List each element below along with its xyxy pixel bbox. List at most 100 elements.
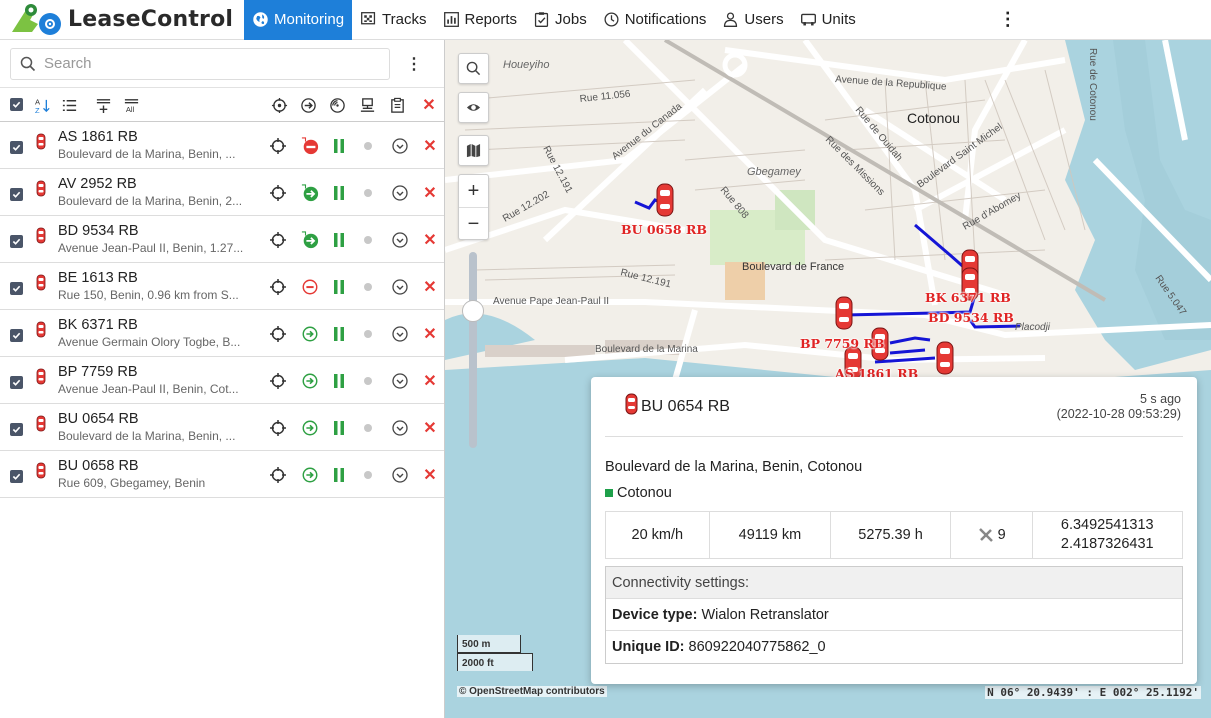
add-group-icon[interactable] [94,96,112,114]
vehicle-marker[interactable] [935,340,955,376]
network-icon[interactable] [358,96,376,114]
unit-name[interactable]: BK 6371 RB [58,317,138,333]
nav-monitoring[interactable]: Monitoring [244,0,353,40]
remove-unit-button[interactable]: ✕ [420,371,440,391]
map-visibility-button[interactable] [458,92,489,123]
unit-name[interactable]: AV 2952 RB [58,176,137,192]
nav-units[interactable]: Units [792,0,864,40]
list-view-icon[interactable] [60,96,78,114]
unit-name[interactable]: BU 0658 RB [58,458,139,474]
pause-icon[interactable] [329,418,349,438]
vehicle-marker[interactable] [655,182,675,218]
moving-status-icon [300,418,320,438]
select-all-checkbox[interactable] [10,98,23,111]
delete-all-button[interactable]: ✕ [420,96,438,114]
direction-icon[interactable] [299,96,317,114]
show-all-icon[interactable]: All [122,96,140,114]
pause-icon[interactable] [329,230,349,250]
unit-row[interactable]: BK 6371 RB Avenue Germain Olory Togbe, B.… [0,310,444,357]
unit-row[interactable]: BD 9534 RB Avenue Jean-Paul II, Benin, 1.… [0,216,444,263]
top-bar: LeaseControl Monitoring Tracks Reports J… [0,0,1211,40]
unit-checkbox[interactable] [10,235,23,248]
map-attribution[interactable]: © OpenStreetMap contributors [457,686,607,697]
signal-icon[interactable] [328,96,346,114]
remove-unit-button[interactable]: ✕ [420,418,440,438]
user-icon [724,12,738,27]
nav-jobs[interactable]: Jobs [525,0,595,40]
map-search-button[interactable] [458,53,489,84]
unit-list-panel: ⋮ AZ All ✕ AS 1861 RB Boulevard de la Mar… [0,40,445,718]
unit-name[interactable]: BD 9534 RB [58,223,139,239]
chevron-down-icon[interactable] [390,371,410,391]
unit-row[interactable]: BU 0658 RB Rue 609, Gbegamey, Benin ✕ [0,451,444,498]
nav-reports[interactable]: Reports [435,0,526,40]
chevron-down-icon[interactable] [390,418,410,438]
locate-unit-icon[interactable] [268,183,288,203]
connection-dot-icon [358,277,378,297]
unit-name[interactable]: BU 0654 RB [58,411,139,427]
locate-unit-icon[interactable] [268,324,288,344]
remove-unit-button[interactable]: ✕ [420,136,440,156]
remove-unit-button[interactable]: ✕ [420,324,440,344]
unit-checkbox[interactable] [10,329,23,342]
chevron-down-icon[interactable] [390,183,410,203]
locate-unit-icon[interactable] [268,418,288,438]
unit-row[interactable]: BE 1613 RB Rue 150, Benin, 0.96 km from S… [0,263,444,310]
pause-icon[interactable] [329,136,349,156]
moving-status-icon [300,183,320,203]
unit-row[interactable]: BU 0654 RB Boulevard de la Marina, Benin,… [0,404,444,451]
unit-name[interactable]: AS 1861 RB [58,129,138,145]
pause-icon[interactable] [329,371,349,391]
unit-checkbox[interactable] [10,423,23,436]
remove-unit-button[interactable]: ✕ [420,465,440,485]
remove-unit-button[interactable]: ✕ [420,183,440,203]
map-layers-button[interactable] [458,135,489,166]
zoom-slider-handle[interactable] [462,300,484,322]
car-icon [36,462,46,479]
pause-icon[interactable] [329,324,349,344]
vehicle-marker[interactable] [834,295,854,331]
zoom-in-button[interactable]: + [459,175,488,208]
commands-icon[interactable] [388,96,406,114]
chevron-down-icon[interactable] [390,136,410,156]
chevron-down-icon[interactable] [390,465,410,485]
unit-name[interactable]: BP 7759 RB [58,364,138,380]
unit-checkbox[interactable] [10,141,23,154]
nav-tracks[interactable]: Tracks [352,0,434,40]
car-icon [36,133,46,150]
locate-unit-icon[interactable] [268,371,288,391]
locate-unit-icon[interactable] [268,230,288,250]
remove-unit-button[interactable]: ✕ [420,277,440,297]
nav-notifications[interactable]: Notifications [595,0,715,40]
pause-icon[interactable] [329,183,349,203]
search-input[interactable] [44,55,374,72]
app-logo[interactable]: LeaseControl [0,0,244,40]
chevron-down-icon[interactable] [390,277,410,297]
locate-unit-icon[interactable] [268,136,288,156]
search-menu-button[interactable]: ⋮ [406,54,422,74]
unit-row[interactable]: BP 7759 RB Avenue Jean-Paul II, Benin, Co… [0,357,444,404]
unit-checkbox[interactable] [10,282,23,295]
chevron-down-icon[interactable] [390,230,410,250]
pause-icon[interactable] [329,277,349,297]
unit-row[interactable]: AS 1861 RB Boulevard de la Marina, Benin,… [0,122,444,169]
map-label-houeyiho: Houeyiho [503,59,549,71]
unit-checkbox[interactable] [10,470,23,483]
nav-users[interactable]: Users [714,0,791,40]
unit-checkbox[interactable] [10,376,23,389]
locate-unit-icon[interactable] [268,277,288,297]
search-box[interactable] [10,47,390,80]
locate-unit-icon[interactable] [268,465,288,485]
locate-icon[interactable] [270,96,288,114]
pause-icon[interactable] [329,465,349,485]
zoom-out-button[interactable]: − [459,208,488,241]
nav-more-button[interactable]: ⋮ [999,9,1017,30]
chevron-down-icon[interactable] [390,324,410,344]
unit-row[interactable]: AV 2952 RB Boulevard de la Marina, Benin,… [0,169,444,216]
remove-unit-button[interactable]: ✕ [420,230,440,250]
connection-dot-icon [358,324,378,344]
unit-checkbox[interactable] [10,188,23,201]
unit-name[interactable]: BE 1613 RB [58,270,138,286]
sort-az-icon[interactable]: AZ [34,96,52,114]
zoom-slider-track[interactable] [469,252,477,448]
